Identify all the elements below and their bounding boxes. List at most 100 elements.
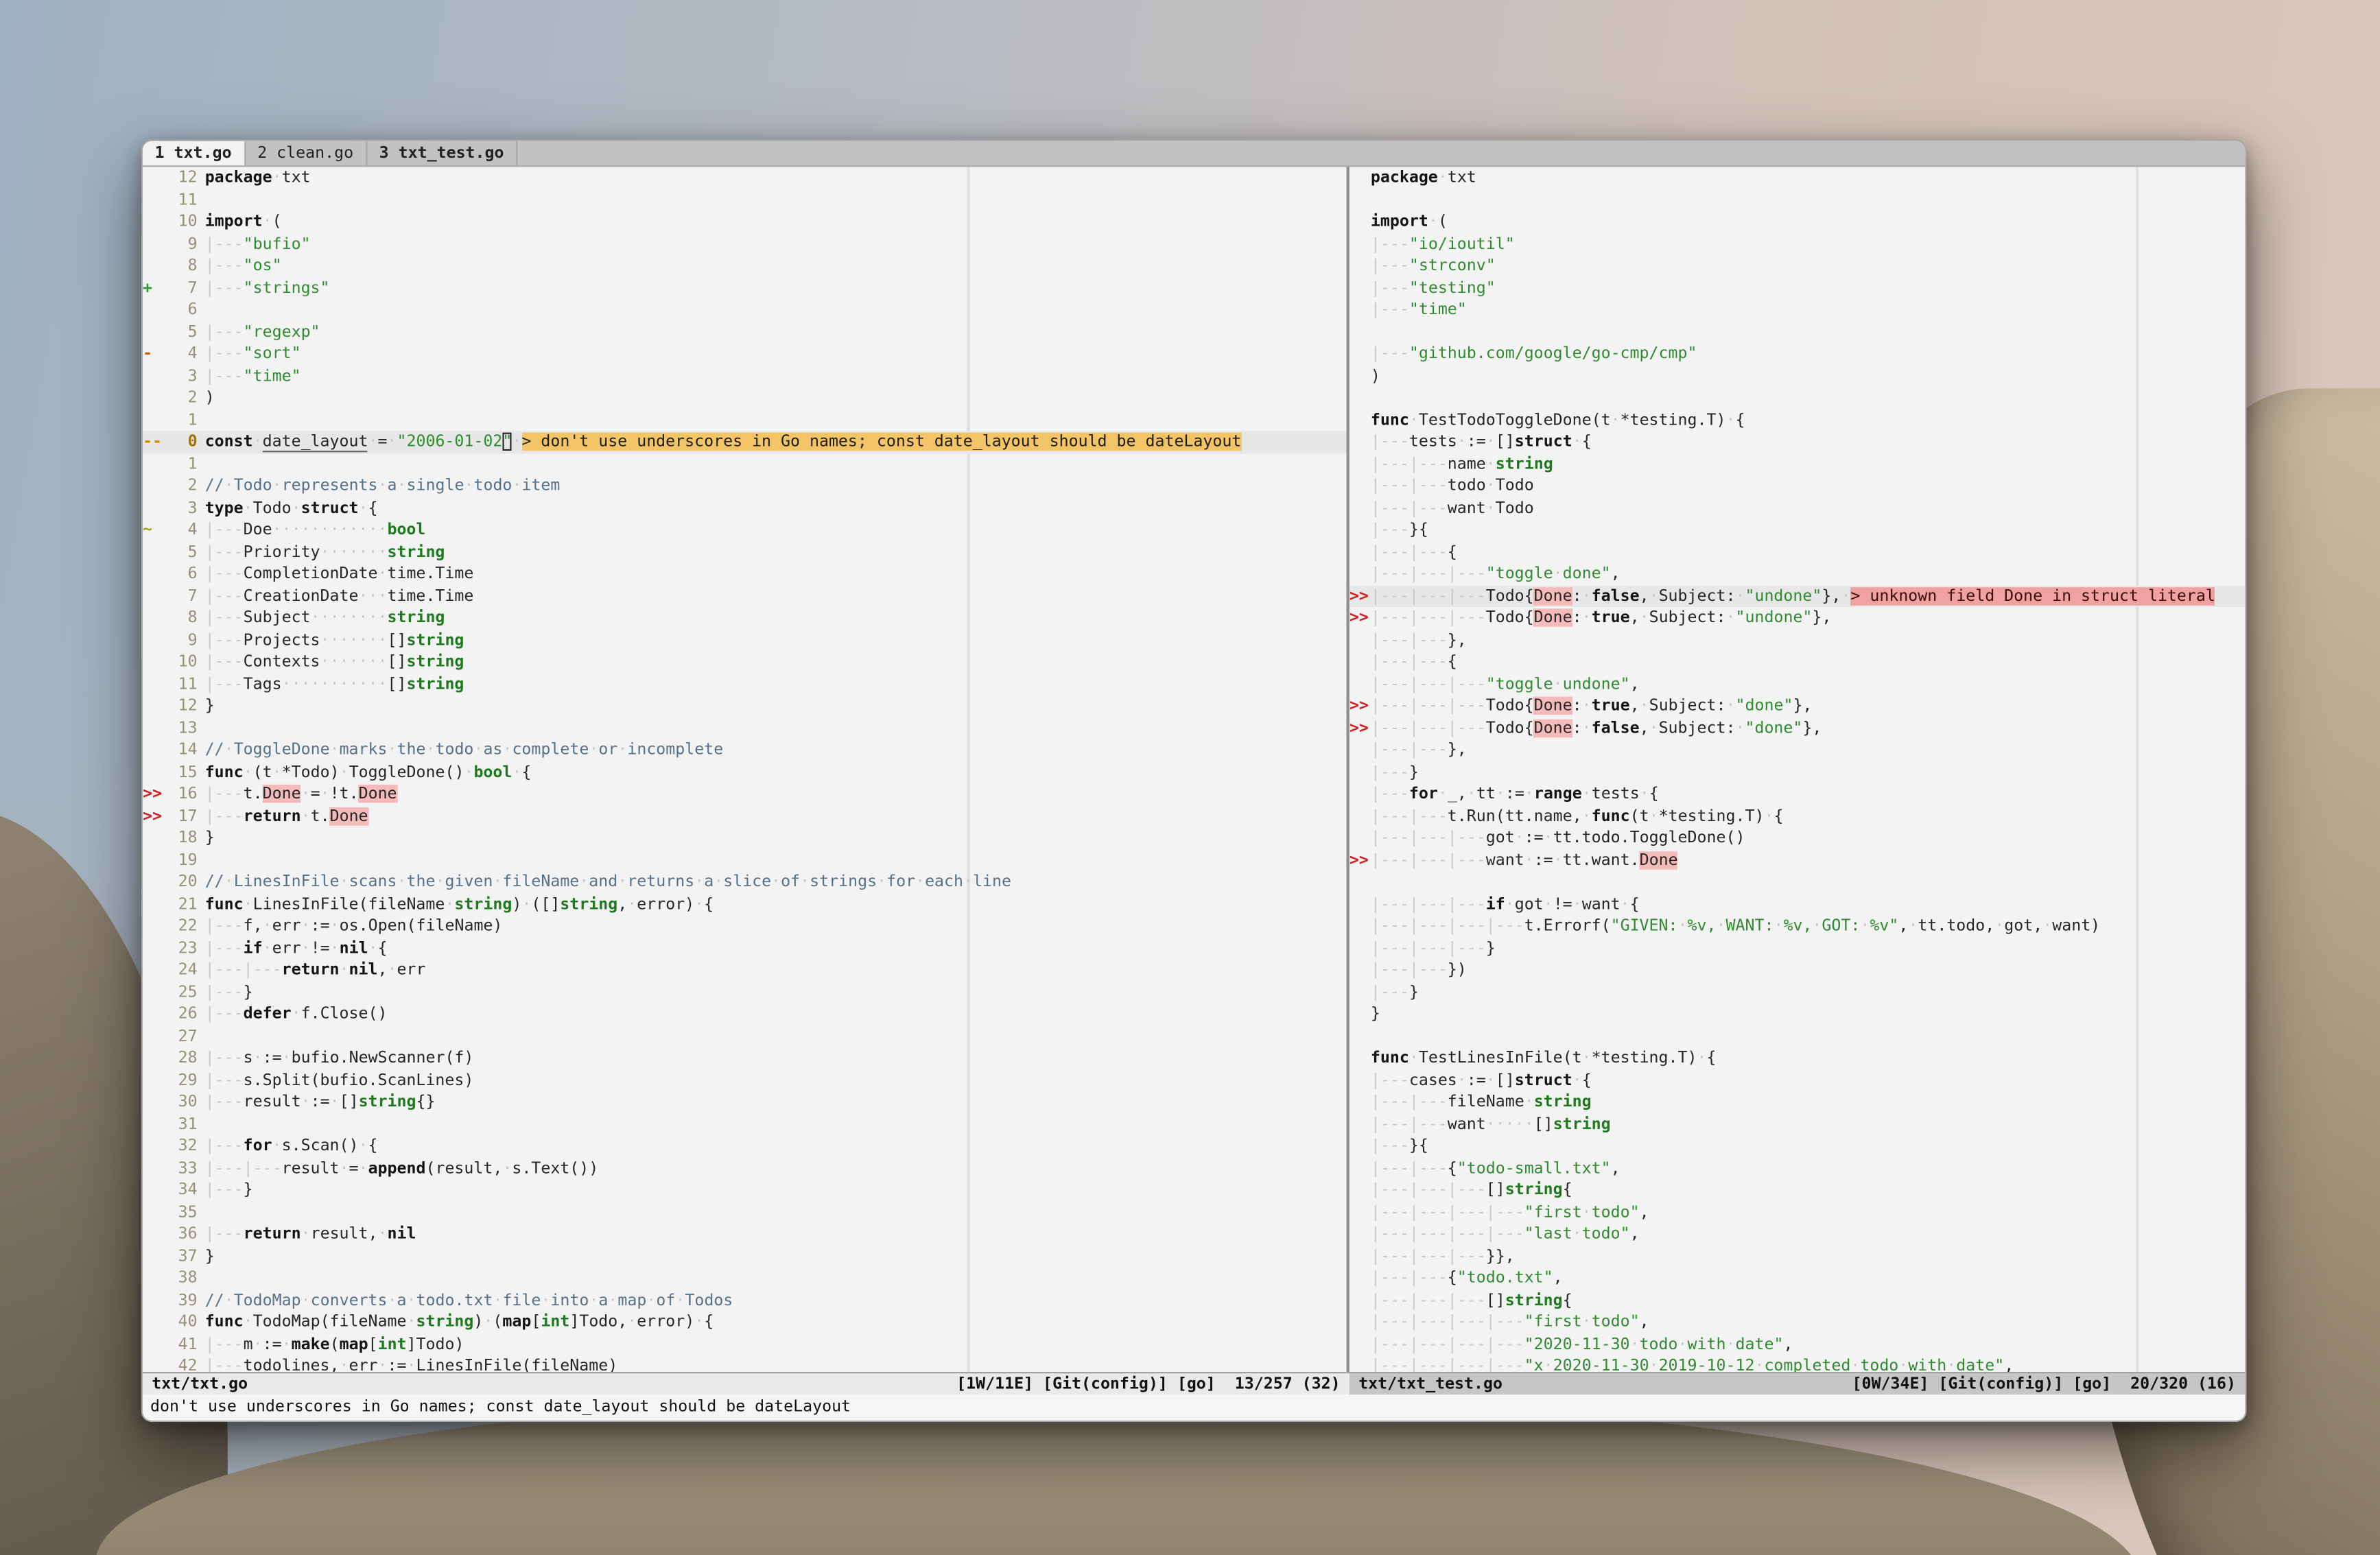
whitespace-listchars: |---|---|---: [1371, 1247, 1486, 1266]
line-number: 38: [164, 1267, 205, 1289]
whitespace-listchars: ·: [512, 433, 521, 451]
string-literal: %v,: [1783, 916, 1812, 935]
whitespace-listchars: |---|---: [1371, 499, 1448, 517]
tab-3-txt-test-go[interactable]: 3 txt_test.go: [367, 141, 517, 165]
gutter-sign: [143, 1025, 164, 1047]
whitespace-listchars: |---: [205, 938, 244, 957]
comment: represents: [282, 477, 378, 495]
gutter-sign: [1350, 739, 1371, 761]
code-segment: tests: [1409, 433, 1457, 451]
code-line: |---|---todo·Todo: [1350, 475, 2245, 497]
whitespace-listchars: ·: [1524, 1093, 1534, 1111]
code-line: func·TestTodoToggleDone(t·*testing.T)·{: [1350, 409, 2245, 431]
comment: a: [388, 477, 397, 495]
keyword: defer: [244, 1005, 292, 1023]
code-segment: error): [637, 1313, 694, 1331]
whitespace-listchars: ·: [617, 741, 627, 759]
whitespace-listchars: ·: [493, 873, 502, 891]
code-line: |---|---|---if·got·!=·want·{: [1350, 893, 2245, 915]
code-segment: tt.want.: [1563, 851, 1640, 869]
whitespace-listchars: |---|---|---|---: [1371, 1357, 1524, 1372]
whitespace-listchars: ·: [1467, 785, 1476, 803]
pane-txt-go[interactable]: 12package·txt1110import·(9|---"bufio"8|-…: [143, 167, 1347, 1372]
whitespace-listchars: ·: [800, 873, 810, 891]
code-text: package·txt: [205, 167, 1347, 189]
code-line: -4|---"sort": [143, 343, 1347, 365]
gutter-sign: [1350, 343, 1371, 365]
code-segment: {: [1448, 652, 1457, 671]
code-text: |---"testing": [1371, 277, 2245, 299]
code-text: |---Priority·······string: [205, 541, 1347, 563]
whitespace-listchars: ·: [1486, 477, 1496, 495]
code-line: |---}{: [1350, 1135, 2245, 1157]
code-line: func·TestLinesInFile(t·*testing.T)·{: [1350, 1047, 2245, 1069]
string-literal: %v,: [1688, 916, 1717, 935]
code-segment: (t: [253, 763, 272, 781]
code-text: |---|---|---Todo{Done:·false,·Subject:·"…: [1371, 717, 2245, 739]
code-segment: !=: [311, 938, 330, 957]
tab-2-clean-go[interactable]: 2 clean.go: [245, 141, 366, 165]
code-line: |---|---|---"toggle·undone",: [1350, 673, 2245, 695]
whitespace-listchars: ·: [263, 213, 272, 231]
whitespace-listchars: ·: [377, 1357, 387, 1372]
gutter-sign: +: [143, 277, 164, 299]
code-text: |---|---{"todo-small.txt",: [1371, 1157, 2245, 1179]
whitespace-listchars: ·: [244, 763, 253, 781]
gutter-sign: [143, 1157, 164, 1179]
gutter-sign: [1350, 387, 1371, 409]
code-segment: },: [1448, 630, 1467, 649]
gutter-sign: [143, 1135, 164, 1157]
comment: strings: [810, 873, 877, 891]
tab-1-txt-go[interactable]: 1 txt.go: [143, 141, 246, 165]
code-segment: ,: [1898, 916, 1908, 935]
whitespace-listchars: |---: [205, 983, 244, 1001]
code-segment: s.Text()): [512, 1159, 598, 1177]
whitespace-listchars: ·: [464, 477, 473, 495]
whitespace-listchars: |---|---|---: [1371, 1291, 1486, 1309]
code-text: import·(: [1371, 211, 2245, 233]
code-segment: =: [311, 785, 320, 803]
whitespace-listchars: ·: [1582, 1202, 1592, 1221]
code-text: ): [1371, 365, 2245, 387]
whitespace-listchars: |---: [205, 1224, 244, 1243]
code-text: |---if·err·!=·nil·{: [205, 937, 1347, 959]
code-text: func·TestLinesInFile(t·*testing.T)·{: [1371, 1047, 2245, 1069]
code-segment: t.Errorf(: [1524, 916, 1611, 935]
code-line: |---"time": [1350, 299, 2245, 321]
comment: incomplete: [627, 741, 723, 759]
code-line: [1350, 321, 2245, 343]
type-name: string: [407, 630, 464, 649]
comment: map: [617, 1291, 646, 1309]
whitespace-listchars: ·: [1438, 169, 1448, 187]
code-text: |---"os": [205, 255, 1347, 277]
code-segment: :=: [263, 1049, 282, 1067]
code-line: |---|---name·string: [1350, 453, 2245, 475]
code-segment: Contexts: [244, 652, 320, 671]
gutter-sign: [1350, 519, 1371, 541]
whitespace-listchars: ·: [292, 1005, 301, 1023]
whitespace-listchars: |---: [205, 1071, 244, 1089]
whitespace-listchars: ·: [1515, 829, 1524, 847]
code-segment: ): [205, 388, 215, 407]
code-segment: want: [1448, 499, 1486, 517]
whitespace-listchars: ·: [272, 169, 282, 187]
whitespace-listchars: ·: [224, 741, 234, 759]
whitespace-listchars: ·: [387, 433, 397, 451]
code-segment: t.Run(tt.name,: [1448, 807, 1582, 825]
line-number: 4: [164, 343, 205, 365]
line-number: 20: [164, 871, 205, 893]
whitespace-listchars: ·: [301, 785, 311, 803]
whitespace-listchars: ·: [445, 894, 454, 913]
gutter-sign: [143, 497, 164, 519]
whitespace-listchars: ·: [387, 741, 397, 759]
statusline-left-file: txt/txt.go: [152, 1373, 248, 1394]
comment: single: [407, 477, 464, 495]
code-line: |---}: [1350, 981, 2245, 1003]
code-segment: ,: [617, 894, 627, 913]
code-line: 2): [143, 387, 1347, 409]
comment: scans: [349, 873, 397, 891]
whitespace-listchars: |---: [1371, 785, 1409, 803]
type-name: string: [454, 894, 512, 913]
code-segment: [: [368, 1335, 378, 1353]
pane-txt-test-go[interactable]: package·txtimport·(|---"io/ioutil"|---"s…: [1350, 167, 2245, 1372]
